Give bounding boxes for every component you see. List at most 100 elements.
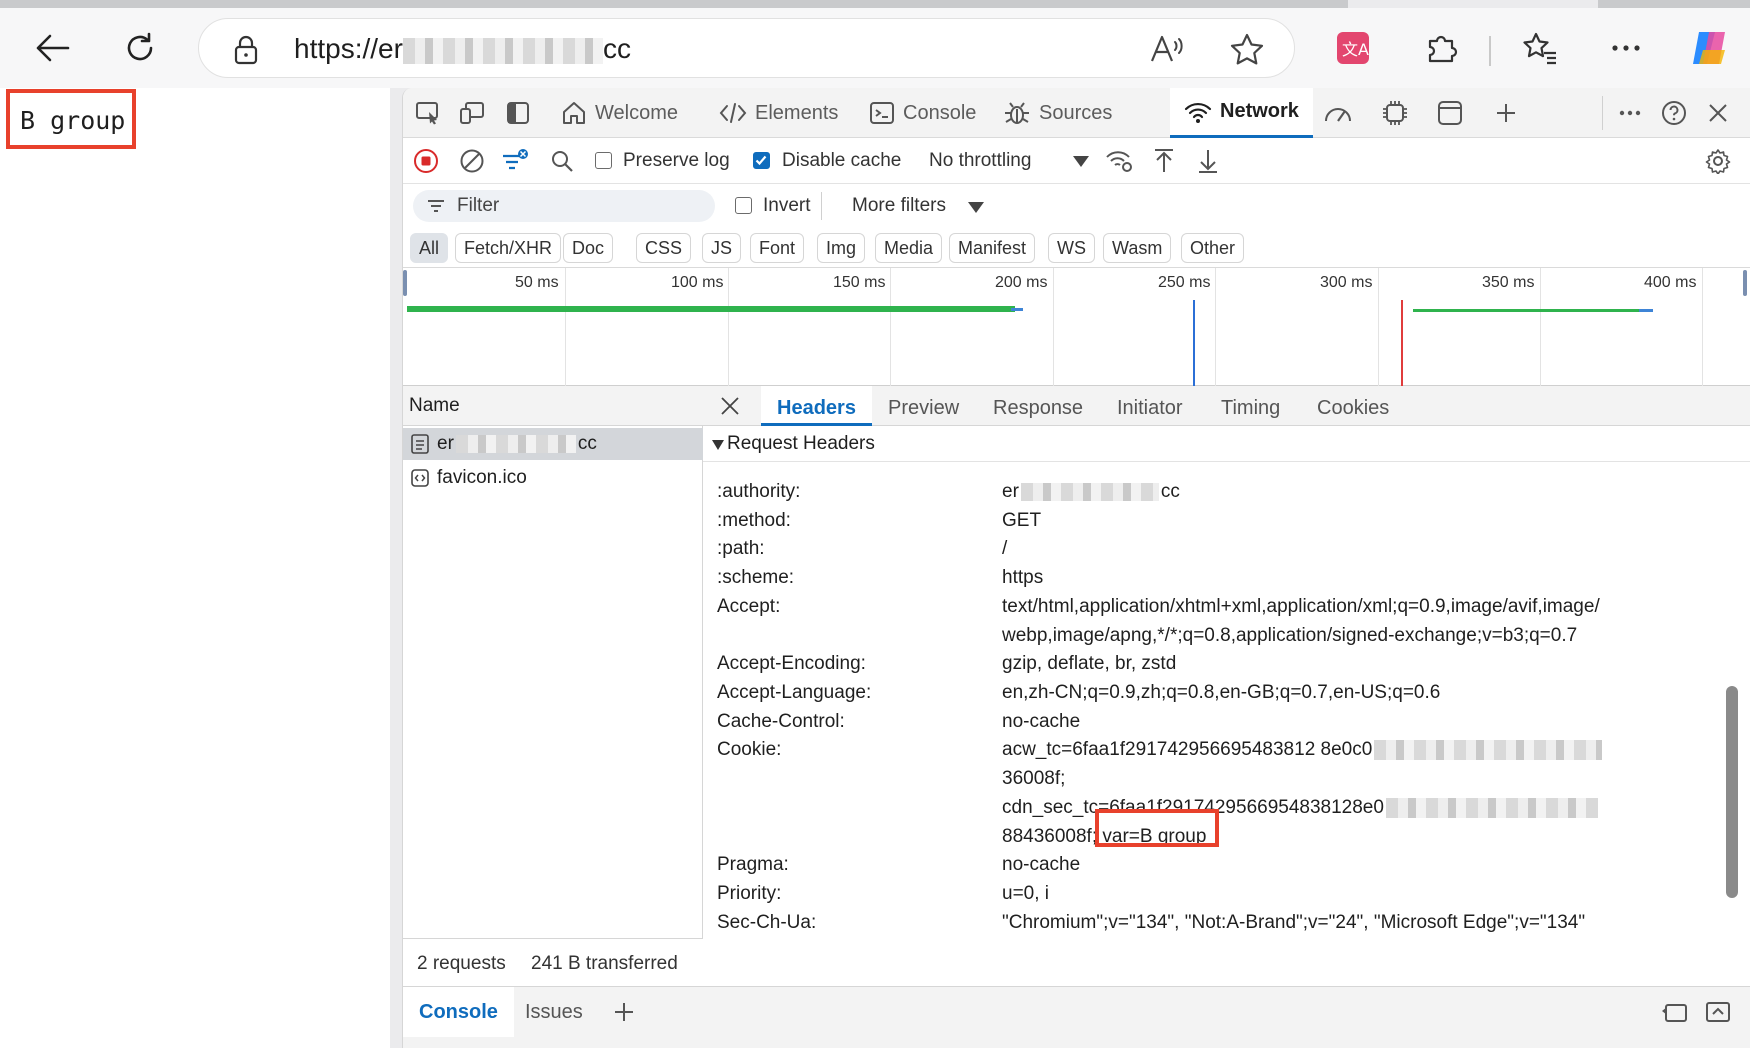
export-har-icon[interactable] — [1191, 144, 1225, 178]
type-js[interactable]: JS — [702, 233, 742, 263]
header-value: u=0, i — [1002, 883, 1050, 904]
expand-triangle-icon — [712, 440, 724, 450]
header-value: "Chromium";v="134", "Not:A-Brand";v="24"… — [1002, 912, 1586, 933]
tab-network[interactable]: Network — [1170, 88, 1313, 138]
tab-response[interactable]: Response — [993, 386, 1083, 426]
request-row[interactable]: favicon.ico — [403, 462, 703, 494]
preserve-log-label: Preserve log — [623, 150, 730, 171]
tab-preview[interactable]: Preview — [888, 386, 959, 426]
tab-welcome-label: Welcome — [595, 101, 678, 124]
search-icon[interactable] — [545, 144, 579, 178]
tab-initiator[interactable]: Initiator — [1117, 386, 1183, 426]
dock-sidebar-icon[interactable] — [501, 96, 535, 130]
tab-console[interactable]: Console — [869, 88, 976, 138]
tabbar-divider — [1602, 96, 1603, 130]
lock-icon[interactable] — [233, 35, 259, 65]
throttling-select[interactable]: No throttling — [929, 150, 1031, 172]
type-doc[interactable]: Doc — [563, 233, 614, 263]
requests-summary: 2 requests 241 B transferred — [403, 938, 703, 986]
resource-type-filters: All Fetch/XHR Doc CSS JS Font Img Media … — [403, 226, 1750, 268]
more-icon[interactable] — [1598, 22, 1654, 74]
timeline-tick: 250 ms — [1158, 274, 1211, 291]
refresh-icon[interactable] — [112, 22, 168, 74]
request-row[interactable]: er cc — [403, 428, 703, 460]
add-tab-icon[interactable] — [1489, 96, 1523, 130]
translate-icon[interactable]: 文A — [1325, 22, 1381, 74]
header-value: https — [1002, 567, 1044, 588]
type-other[interactable]: Other — [1181, 233, 1245, 263]
type-font[interactable]: Font — [750, 233, 805, 263]
type-img[interactable]: Img — [817, 233, 866, 263]
more-filters-dropdown-icon[interactable] — [968, 202, 984, 214]
transferred-size: 241 B transferred — [531, 953, 678, 974]
filter-toggle-icon[interactable] — [499, 144, 533, 178]
requests-list: Name er cc favicon.ico — [403, 386, 703, 946]
undock-drawer-icon[interactable] — [1657, 995, 1691, 1029]
name-column-header[interactable]: Name — [403, 386, 703, 426]
copilot-icon[interactable] — [1682, 22, 1738, 74]
disable-cache-checkbox[interactable] — [753, 152, 770, 169]
invert-checkbox[interactable] — [735, 197, 752, 214]
inspect-icon[interactable] — [411, 96, 445, 130]
url-suffix: cc — [602, 33, 631, 64]
filter-placeholder: Filter — [457, 195, 500, 216]
preserve-log-checkbox[interactable] — [595, 152, 612, 169]
favorites-icon[interactable] — [1512, 22, 1568, 74]
back-icon[interactable] — [24, 22, 80, 74]
home-icon — [563, 102, 585, 124]
throttling-dropdown-icon[interactable] — [1073, 156, 1089, 168]
tab-welcome[interactable]: Welcome — [561, 88, 678, 138]
help-icon[interactable] — [1657, 96, 1691, 130]
type-css[interactable]: CSS — [636, 233, 692, 263]
network-settings-icon[interactable] — [1701, 144, 1735, 178]
read-aloud-icon[interactable] — [1149, 33, 1185, 65]
memory-icon[interactable] — [1378, 96, 1412, 130]
header-value-continued: cdn_sec_tc=6faa1f2917429566954838128e0 — [1002, 797, 1598, 819]
disable-cache-label: Disable cache — [782, 150, 902, 171]
tab-timing[interactable]: Timing — [1221, 386, 1280, 426]
details-scrollbar[interactable] — [1726, 686, 1738, 898]
device-toggle-icon[interactable] — [455, 96, 489, 130]
timeline-overview[interactable]: 50 ms 100 ms 150 ms 200 ms 250 ms 300 ms… — [403, 268, 1750, 386]
favicon-file-icon — [411, 469, 429, 487]
network-conditions-icon[interactable] — [1103, 144, 1137, 178]
performance-icon[interactable] — [1321, 96, 1355, 130]
extensions-icon[interactable] — [1413, 22, 1469, 74]
record-icon[interactable] — [409, 144, 443, 178]
browser-toolbar: https://er cc 文A — [0, 8, 1750, 88]
header-key: Sec-Ch-Ua: — [717, 912, 817, 933]
drawer-add-tab-icon[interactable] — [607, 995, 641, 1029]
tab-headers[interactable]: Headers — [761, 386, 872, 426]
section-title: Request Headers — [727, 433, 875, 454]
web-page: B group — [0, 88, 390, 1048]
overview-right-handle[interactable] — [1743, 270, 1747, 296]
application-icon[interactable] — [1433, 96, 1467, 130]
close-details-icon[interactable] — [713, 389, 747, 423]
url-text[interactable]: https://er cc — [294, 33, 631, 65]
request-headers-section[interactable]: Request Headers — [703, 426, 1750, 462]
tab-sources[interactable]: Sources — [1003, 88, 1112, 138]
address-bar[interactable]: https://er cc — [198, 18, 1295, 78]
close-devtools-icon[interactable] — [1701, 96, 1735, 130]
type-fetch-xhr[interactable]: Fetch/XHR — [455, 233, 562, 263]
tab-sources-label: Sources — [1039, 101, 1113, 124]
import-har-icon[interactable] — [1147, 144, 1181, 178]
filter-input[interactable]: Filter — [413, 190, 715, 222]
collapse-drawer-icon[interactable] — [1701, 995, 1735, 1029]
network-toolbar: Preserve log Disable cache No throttling — [403, 138, 1750, 184]
more-filters-button[interactable]: More filters — [852, 195, 946, 217]
favorite-icon[interactable] — [1229, 32, 1265, 66]
type-wasm[interactable]: Wasm — [1103, 233, 1172, 263]
type-all[interactable]: All — [410, 233, 449, 263]
overview-left-handle[interactable] — [403, 270, 407, 296]
tab-cookies[interactable]: Cookies — [1317, 386, 1389, 426]
type-media[interactable]: Media — [875, 233, 943, 263]
header-value: text/html,application/xhtml+xml,applicat… — [1002, 596, 1600, 617]
clear-icon[interactable] — [455, 144, 489, 178]
tab-elements[interactable]: Elements — [719, 88, 838, 138]
type-ws[interactable]: WS — [1048, 233, 1095, 263]
more-tools-icon[interactable] — [1613, 96, 1647, 130]
type-manifest[interactable]: Manifest — [949, 233, 1036, 263]
drawer-tab-console[interactable]: Console — [403, 987, 514, 1037]
drawer-tab-issues[interactable]: Issues — [525, 987, 583, 1037]
